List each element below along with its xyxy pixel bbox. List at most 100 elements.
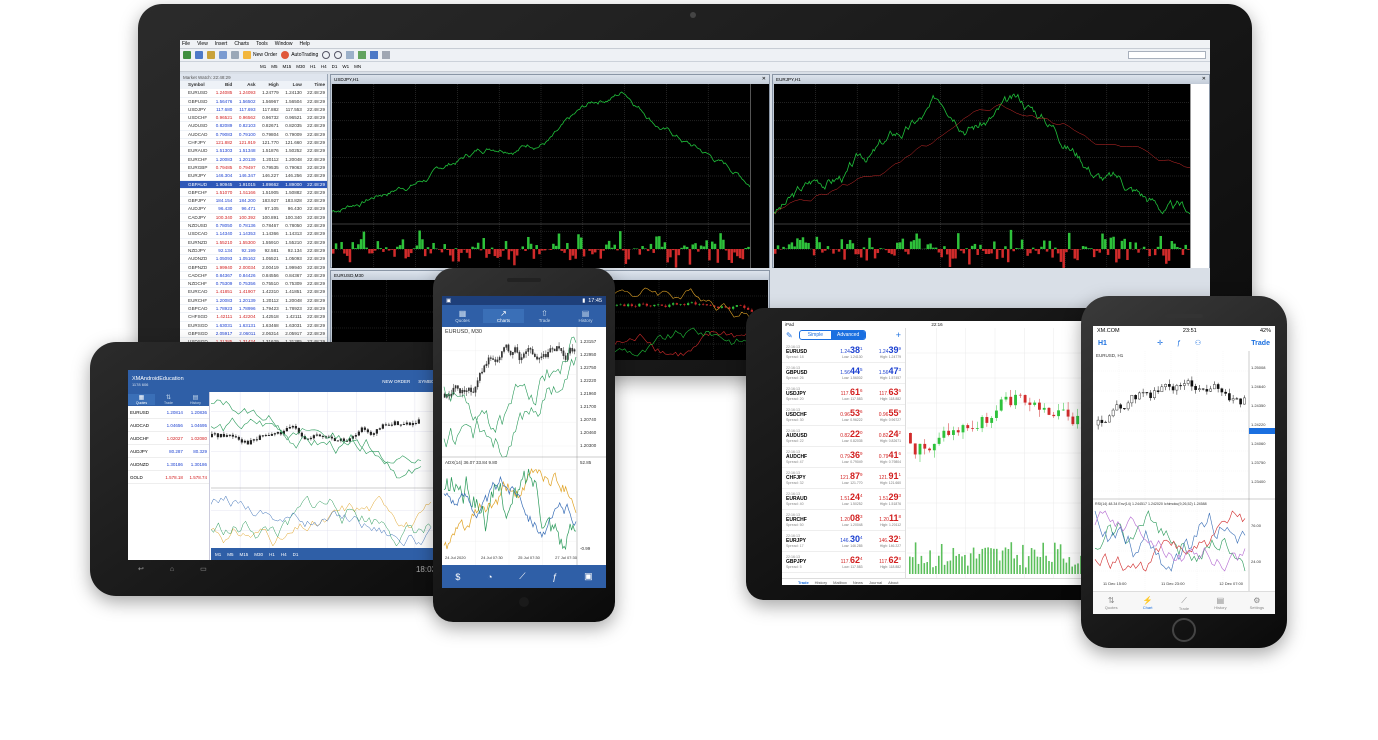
menu-tools[interactable]: Tools xyxy=(256,41,268,47)
new-order-button[interactable]: New Order xyxy=(243,51,277,59)
market-watch-row[interactable]: GBPCAD 1.78923 1.78996 1.79423 1.78923 22:48:… xyxy=(180,305,327,314)
ipad-quote-row[interactable]: 22:16:13 CHFJPY Spread: 32 121.879 Low: 121.… xyxy=(782,468,905,489)
trade-button[interactable]: Trade xyxy=(1251,340,1270,347)
ipad-tab-about[interactable]: About xyxy=(888,580,898,585)
market-watch-row[interactable]: CHFJPY 121.882 121.919 121.770 121.660 22:48:… xyxy=(180,139,327,148)
ipad-quote-row[interactable]: 22:16:13 USDJPY Spread: 20 117.616 Low: 117.… xyxy=(782,384,905,405)
new-chart-icon[interactable] xyxy=(183,51,191,59)
market-watch-row[interactable]: USDCHF 0.96521 0.96562 0.96732 0.96521 22:48:… xyxy=(180,114,327,123)
ipad-tab-journal[interactable]: Journal xyxy=(869,580,882,585)
timeframe-h4[interactable]: H4 xyxy=(281,552,287,557)
timeframe-d1[interactable]: D1 xyxy=(332,64,338,69)
ipad-tab-news[interactable]: News xyxy=(853,580,863,585)
ipad-quote-row[interactable]: 22:16:13 AUDCHF Spread: 47 0.79369 Low: 0.79… xyxy=(782,447,905,468)
market-watch-row[interactable]: GBPCHF 1.51070 1.51166 1.51905 1.50882 22:48:… xyxy=(180,189,327,198)
column-header[interactable]: Symbol xyxy=(180,81,211,88)
ipad-quote-row[interactable]: 22:16:13 EURAUD Spread: 40 1.51244 Low: 1.50… xyxy=(782,489,905,510)
ipad-quote-row[interactable]: 22:16:13 EURJPY Spread: 17 146.304 Low: 146.… xyxy=(782,531,905,552)
objects-icon[interactable]: ▣ xyxy=(584,571,593,582)
timeframe-m15[interactable]: M15 xyxy=(240,552,249,557)
market-watch-row[interactable]: EURAUD 1.51303 1.51348 1.51876 1.50252 22:48:… xyxy=(180,147,327,156)
tab-history[interactable]: ▤ History xyxy=(1202,596,1238,610)
market-watch-row[interactable]: EURSGD 1.63031 1.63131 1.63468 1.63031 22:48:… xyxy=(180,322,327,330)
market-watch-row[interactable]: EURCAD 1.41851 1.41907 1.42310 1.41851 22:48:… xyxy=(180,288,327,297)
add-symbol-icon[interactable]: + xyxy=(896,330,901,340)
function-icon[interactable]: ƒ xyxy=(552,572,557,582)
column-header[interactable]: High xyxy=(258,81,281,88)
timeframe-button[interactable]: H1 xyxy=(1098,340,1107,347)
timeframe-m1[interactable]: M1 xyxy=(215,552,221,557)
market-watch-row[interactable]: EURCHF 1.20083 1.20139 1.20112 1.20048 22:48:… xyxy=(180,156,327,164)
chart-eurjpy-svg[interactable] xyxy=(774,84,1190,268)
ipad-quote-row[interactable]: 22:16:13 GBPUSD Spread: 26 1.56445 Low: 1.56… xyxy=(782,363,905,384)
tab-charts[interactable]: ↗ Charts xyxy=(483,309,524,323)
ipad-quote-row[interactable]: 22:16:13 AUDUSD Spread: 22 0.82220 Low: 0.82… xyxy=(782,426,905,447)
menu-charts[interactable]: Charts xyxy=(234,41,249,47)
column-header[interactable]: Time xyxy=(304,81,327,88)
timeframe-d1[interactable]: D1 xyxy=(293,552,299,557)
column-header[interactable]: Low xyxy=(281,81,304,88)
tab-trade[interactable]: ⇧ Trade xyxy=(524,309,565,323)
ipad-tab-mailbox[interactable]: Mailbox xyxy=(833,580,847,585)
timeframe-h1[interactable]: H1 xyxy=(310,64,316,69)
home-icon[interactable]: ⌂ xyxy=(170,566,174,573)
quote-row[interactable]: EURUSD 1.20814 1.20836 xyxy=(128,406,209,419)
chart-shift-icon[interactable] xyxy=(370,51,379,59)
menu-view[interactable]: View xyxy=(197,41,208,47)
timeframe-m30[interactable]: M30 xyxy=(296,64,305,69)
tab-quotes[interactable]: ▦ Quotes xyxy=(128,393,155,405)
tab-history[interactable]: ▤ History xyxy=(565,309,606,323)
quote-row[interactable]: AUDJPY 80.287 80.329 xyxy=(128,445,209,458)
market-watch-row[interactable]: CADJPY 100.340 100.392 100.891 100.340 22:48:… xyxy=(180,214,327,223)
market-watch-row[interactable]: EURNZD 1.55210 1.55300 1.55910 1.55210 22:48:… xyxy=(180,239,327,247)
autotrading-button[interactable]: AutoTrading xyxy=(281,51,318,59)
window-close-icon[interactable]: ✕ xyxy=(1202,76,1206,82)
market-watch-row[interactable]: GBPNZD 1.99940 2.00034 2.00419 1.99940 22:48:… xyxy=(180,264,327,272)
tablet-chart-svg[interactable] xyxy=(211,392,444,550)
tab-quotes[interactable]: ▦ Quotes xyxy=(442,309,483,323)
menu-help[interactable]: Help xyxy=(300,41,310,47)
quote-row[interactable]: AUDCAD 1.04656 1.04695 xyxy=(128,419,209,432)
back-icon[interactable]: ↩ xyxy=(138,565,144,573)
ipad-quote-row[interactable]: 22:16:13 USDCHF Spread: 30 0.96536 Low: 0.96… xyxy=(782,405,905,426)
ipad-quote-row[interactable]: 22:16:13 GBPJPY Spread: 5 117.624 Low: 117.5… xyxy=(782,552,905,573)
menu-insert[interactable]: Insert xyxy=(215,41,228,47)
timeframe-m5[interactable]: M5 xyxy=(227,552,233,557)
pie-icon[interactable]: ◔ xyxy=(487,572,492,582)
mode-simple[interactable]: Simple xyxy=(800,331,831,339)
timeframe-m30[interactable]: M30 xyxy=(254,552,263,557)
quote-row[interactable]: AUDCHF 1.02027 1.02080 xyxy=(128,432,209,445)
zoom-out-icon[interactable] xyxy=(334,51,343,59)
tab-trade[interactable]: ⟋ Trade xyxy=(1166,596,1202,611)
market-watch-row[interactable]: GBPSGD 2.05917 2.06011 2.06314 2.05917 22:48:… xyxy=(180,330,327,339)
column-header[interactable]: Bid xyxy=(211,81,234,88)
market-watch-row[interactable]: AUDJPY 96.430 96.471 97.105 96.430 22:48:29 xyxy=(180,205,327,214)
market-watch-icon[interactable] xyxy=(207,51,215,59)
iphone-home-button[interactable] xyxy=(1172,618,1196,642)
market-watch-row[interactable]: AUDUSD 0.82089 0.82103 0.82671 0.82035 22:48:… xyxy=(180,122,327,131)
recents-icon[interactable]: ▭ xyxy=(200,565,207,573)
tab-chart[interactable]: ⚡ Chart xyxy=(1129,596,1165,610)
autoscroll-icon[interactable] xyxy=(358,51,367,59)
tile-icon[interactable] xyxy=(346,51,355,59)
market-watch-row[interactable]: GBPUSD 1.56476 1.56502 1.56967 1.56504 22:48:… xyxy=(180,98,327,106)
market-watch-row[interactable]: EURJPY 146.304 146.347 146.227 146.256 22:48:… xyxy=(180,172,327,181)
quote-row[interactable]: AUDNZD 1.30186 1.30186 xyxy=(128,458,209,471)
tab-trade[interactable]: ⇅ Trade xyxy=(155,394,182,405)
timeframe-h4[interactable]: H4 xyxy=(321,64,327,69)
market-watch-row[interactable]: USDCAD 1.14340 1.14353 1.14366 1.14313 22:48:… xyxy=(180,230,327,239)
edit-icon[interactable]: ✎ xyxy=(786,331,793,340)
column-header[interactable]: Ask xyxy=(234,81,257,88)
market-watch-row[interactable]: EURUSD 1.24085 1.24093 1.24779 1.24130 22:48:… xyxy=(180,89,327,98)
market-watch-row[interactable]: GBPJPY 184.154 184.200 183.927 183.828 22:48:… xyxy=(180,197,327,206)
function-icon[interactable]: ƒ xyxy=(1177,340,1181,347)
tab-settings[interactable]: ⚙ Settings xyxy=(1239,596,1275,610)
market-watch-row[interactable]: AUDNZD 1.05093 1.05162 1.05521 1.05093 22:48:… xyxy=(180,255,327,264)
timeframe-m5[interactable]: M5 xyxy=(271,64,277,69)
market-watch-row[interactable]: EURCHF 1.20083 1.20139 1.20112 1.20048 22:48:… xyxy=(180,297,327,306)
zoom-in-icon[interactable] xyxy=(322,51,331,59)
market-watch-row[interactable]: CHFSGD 1.42111 1.42204 1.42518 1.42111 22:48:… xyxy=(180,313,327,322)
ipad-chart-svg[interactable] xyxy=(907,328,1083,578)
market-watch-row[interactable]: NZDCHF 0.75309 0.75356 0.75510 0.75309 22:48:… xyxy=(180,280,327,289)
market-watch-row[interactable]: NZDJPY 92.134 92.199 92.581 92.134 22:48:29 xyxy=(180,247,327,256)
